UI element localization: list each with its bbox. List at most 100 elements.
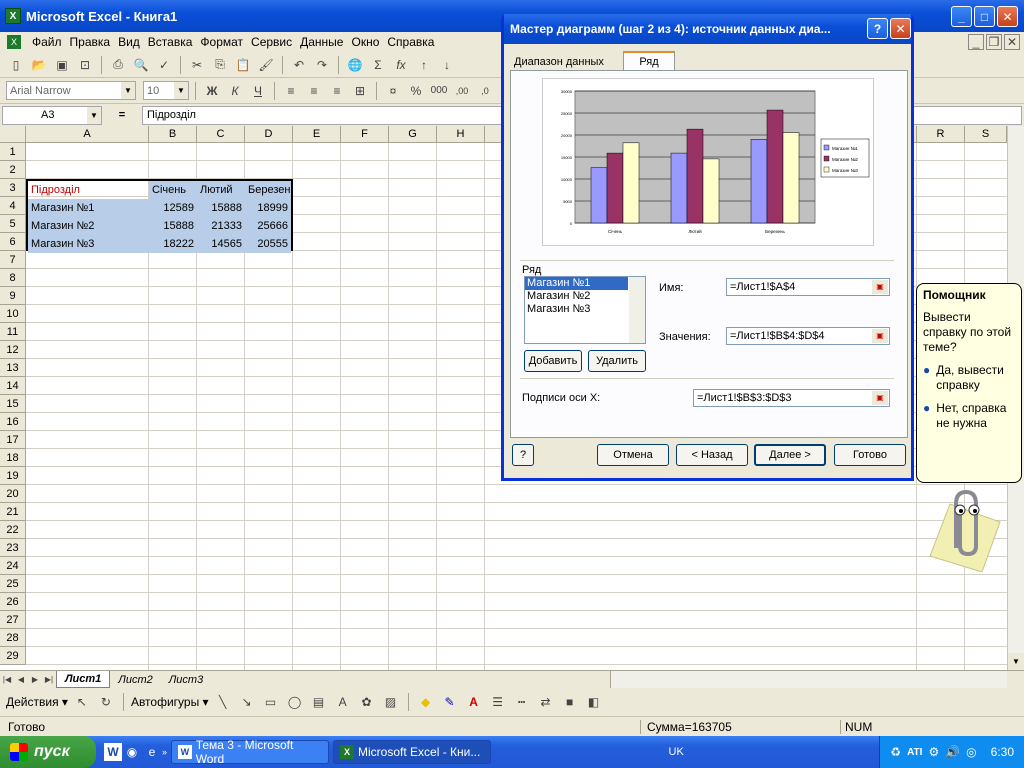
underline-button[interactable]: Ч [248,81,268,101]
series-listbox[interactable]: Магазин №1 Магазин №2 Магазин №3 [524,276,646,344]
rectangle-icon[interactable]: ▭ [261,692,281,712]
hyperlink-icon[interactable]: 🌐 [345,55,365,75]
cell-b5[interactable]: 15888 [149,217,197,235]
menu-edit[interactable]: Правка [66,33,115,51]
row-header-5[interactable]: 5 [0,215,26,233]
maximize-button[interactable]: □ [974,6,995,27]
tab-series[interactable]: Ряд [623,51,675,71]
font-name-select[interactable]: Arial Narrow ▼ [6,81,136,100]
3d-icon[interactable]: ◧ [584,692,604,712]
currency-icon[interactable]: ¤ [383,81,403,101]
line-color-icon[interactable]: ✎ [440,692,460,712]
open-icon[interactable]: 📂 [29,55,49,75]
cell-a3[interactable]: Підрозділ [28,181,149,199]
actions-menu[interactable]: Действия ▾ [6,695,68,709]
menu-insert[interactable]: Вставка [144,33,197,51]
cell-b3[interactable]: Січень [149,181,197,199]
paste-icon[interactable]: 📋 [233,55,253,75]
cell-c5[interactable]: 21333 [197,217,245,235]
picture-icon[interactable]: ▨ [381,692,401,712]
menu-window[interactable]: Окно [347,33,383,51]
volume-icon[interactable]: 🔊 [945,745,960,759]
doc-minimize-button[interactable]: _ [968,34,984,50]
row-header-2[interactable]: 2 [0,161,26,179]
wordart-icon[interactable]: A [333,692,353,712]
shadow-icon[interactable]: ■ [560,692,580,712]
menu-format[interactable]: Формат [196,33,247,51]
row-header-11[interactable]: 11 [0,323,26,341]
next-button[interactable]: Далее > [754,444,826,466]
row-header-17[interactable]: 17 [0,431,26,449]
redo-icon[interactable]: ↷ [312,55,332,75]
row-header-26[interactable]: 26 [0,593,26,611]
permission-icon[interactable]: ⊡ [75,55,95,75]
select-objects-icon[interactable]: ↖ [72,692,92,712]
range-picker-icon[interactable]: ▣ [872,280,888,294]
cut-icon[interactable]: ✂ [187,55,207,75]
cell-d6[interactable]: 20555 [245,235,291,253]
task-word[interactable]: W Тема 3 - Microsoft Word [171,738,330,766]
series-item[interactable]: Магазин №2 [525,290,645,303]
series-item[interactable]: Магазин №1 [525,277,628,290]
row-header-23[interactable]: 23 [0,539,26,557]
cell-a6[interactable]: Магазин №3 [28,235,149,253]
start-button[interactable]: пуск [0,736,96,768]
dialog-help-icon[interactable]: ? [867,18,888,39]
oval-icon[interactable]: ◯ [285,692,305,712]
tab-sheet2[interactable]: Лист2 [110,674,160,686]
tray-icon-5[interactable]: ◎ [966,745,976,759]
align-right-icon[interactable]: ≡ [327,81,347,101]
horizontal-scrollbar[interactable] [610,671,1007,688]
row-header-20[interactable]: 20 [0,485,26,503]
column-header-s[interactable]: S [965,126,1007,143]
select-all-corner[interactable] [0,126,26,143]
row-header-16[interactable]: 16 [0,413,26,431]
cell-b4[interactable]: 12589 [149,199,197,217]
copy-icon[interactable]: ⎘ [210,55,230,75]
tab-data-range[interactable]: Диапазон данных [514,56,604,68]
row-header-3[interactable]: 3 [0,179,26,197]
row-header-18[interactable]: 18 [0,449,26,467]
align-left-icon[interactable]: ≡ [281,81,301,101]
dash-style-icon[interactable]: ┅ [512,692,532,712]
language-indicator[interactable]: UK [669,746,684,758]
last-sheet-icon[interactable]: ▶| [42,670,56,690]
align-center-icon[interactable]: ≡ [304,81,324,101]
name-field[interactable]: =Лист1!$A$4 ▣ [726,278,890,296]
row-header-14[interactable]: 14 [0,377,26,395]
task-excel[interactable]: X Microsoft Excel - Кни... [333,740,492,764]
cell-a5[interactable]: Магазин №2 [28,217,149,235]
cell-d5[interactable]: 25666 [245,217,291,235]
sort-ascending-icon[interactable]: ↑ [414,55,434,75]
row-header-9[interactable]: 9 [0,287,26,305]
x-labels-field[interactable]: =Лист1!$B$3:$D$3 ▣ [693,389,890,407]
font-color-icon[interactable]: A [464,692,484,712]
row-header-22[interactable]: 22 [0,521,26,539]
row-header-25[interactable]: 25 [0,575,26,593]
cell-c6[interactable]: 14565 [197,235,245,253]
back-button[interactable]: < Назад [676,444,748,466]
excel-icon[interactable]: X [5,8,21,24]
menu-view[interactable]: Вид [114,33,144,51]
print-preview-icon[interactable]: 🔍 [131,55,151,75]
arrow-icon[interactable]: ↘ [237,692,257,712]
row-header-13[interactable]: 13 [0,359,26,377]
autoshapes-menu[interactable]: Автофигуры ▾ [131,695,209,709]
next-sheet-icon[interactable]: ▶ [28,670,42,690]
row-header-15[interactable]: 15 [0,395,26,413]
fill-color-icon[interactable]: ◆ [416,692,436,712]
new-icon[interactable]: ▯ [6,55,26,75]
row-header-21[interactable]: 21 [0,503,26,521]
clipart-icon[interactable]: ✿ [357,692,377,712]
first-sheet-icon[interactable]: |◀ [0,670,14,690]
media-player-icon[interactable]: ◉ [122,742,142,762]
sort-descending-icon[interactable]: ↓ [437,55,457,75]
scroll-down-icon[interactable]: ▼ [1008,653,1024,670]
undo-icon[interactable]: ↶ [289,55,309,75]
range-picker-icon[interactable]: ▣ [872,329,888,343]
function-icon[interactable]: fx [391,55,411,75]
row-header-4[interactable]: 4 [0,197,26,215]
cell-d3[interactable]: Березень [245,181,291,199]
decrease-decimal-icon[interactable]: ,0 [475,81,495,101]
menu-help[interactable]: Справка [383,33,438,51]
